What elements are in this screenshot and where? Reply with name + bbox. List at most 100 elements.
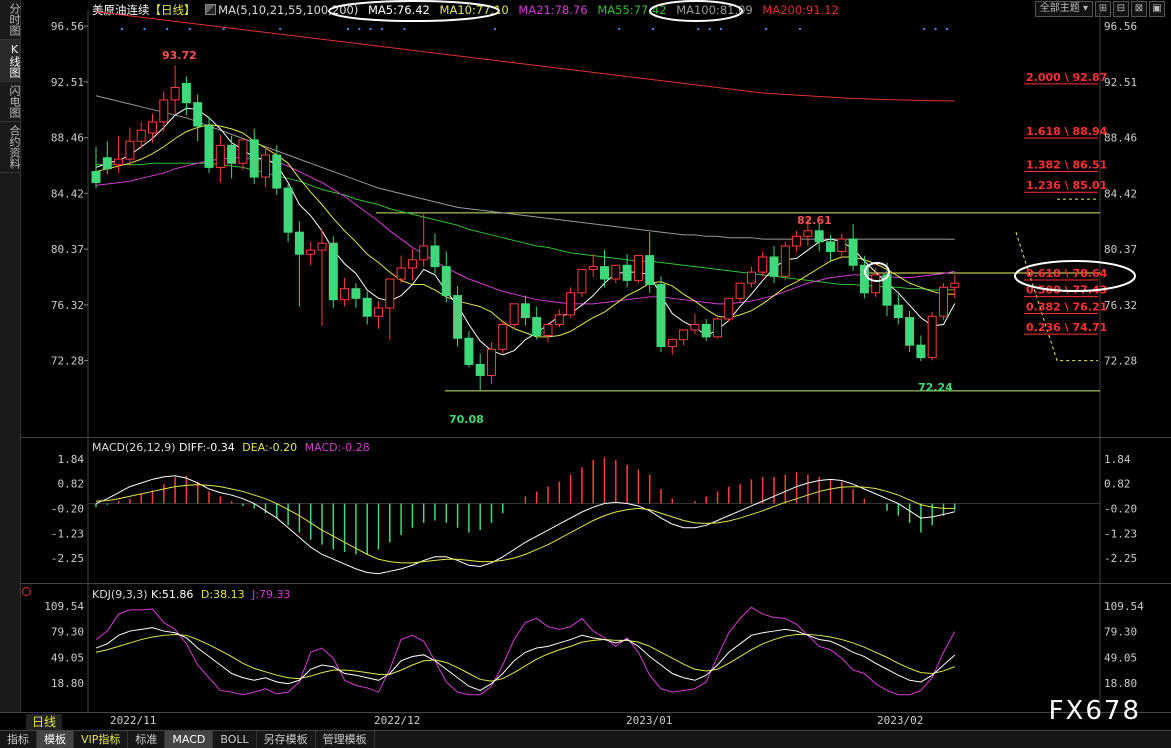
- candle-body: [577, 268, 587, 294]
- candle-body: [746, 271, 756, 284]
- ma200-line: [95, 11, 955, 102]
- candle-body: [148, 121, 157, 134]
- candle-body: [713, 318, 722, 338]
- candle-body: [159, 99, 169, 123]
- tab-vip-indicators[interactable]: VIP指标: [74, 731, 129, 748]
- price-axis-label-left: 88.46: [51, 132, 84, 145]
- signal-dot: [697, 28, 700, 30]
- macd-dea: DEA:-0.20: [242, 441, 298, 454]
- date-label: 2023/02: [877, 714, 924, 727]
- candle-body: [475, 363, 485, 376]
- watermark-logo: FX678: [1048, 696, 1141, 726]
- candle-body: [667, 339, 677, 348]
- candle-body: [328, 242, 338, 301]
- swing-high-label: 82.61: [797, 214, 832, 227]
- price-axis-label-left: 76.32: [51, 299, 84, 312]
- signal-dot: [369, 28, 372, 30]
- price-axis-label-left: 72.28: [51, 355, 84, 368]
- candle-body: [735, 282, 745, 299]
- candle-body: [588, 266, 598, 270]
- candle-body: [645, 255, 655, 286]
- candle-body: [170, 87, 180, 101]
- signal-dot: [799, 28, 801, 30]
- candle-body: [136, 129, 146, 142]
- price-axis-label-right: 96.56: [1104, 20, 1137, 33]
- signal-dot: [279, 28, 282, 30]
- candle-body: [419, 245, 429, 261]
- candle-body: [430, 245, 440, 268]
- candle-body: [362, 297, 372, 317]
- candle-body: [227, 144, 237, 164]
- candle-body: [102, 157, 112, 170]
- candle-body: [114, 158, 124, 166]
- recent-low-label: 72.24: [918, 381, 953, 394]
- kline-chart-area[interactable]: 93.72 70.08 82.61 72.24 2.000 \ 92.87 1.618 \…: [0, 0, 1171, 712]
- tab-boll[interactable]: BOLL: [213, 731, 257, 748]
- fib-level-label: 1.236 \ 85.01: [1026, 179, 1107, 192]
- signal-dot: [652, 28, 655, 30]
- kdj-axis-label-right: 109.54: [1104, 600, 1144, 613]
- candle-body: [679, 329, 689, 341]
- price-axis-label-left: 96.56: [51, 20, 84, 33]
- candle-body: [520, 303, 530, 319]
- candle-body: [814, 230, 824, 243]
- tab-save-template[interactable]: 另存模板: [257, 731, 316, 748]
- tab-standard[interactable]: 标准: [128, 731, 166, 748]
- tab-templates[interactable]: 模板: [37, 731, 74, 748]
- ma21-line: [95, 157, 955, 305]
- fib-level-label: 0.382 \ 76.21: [1026, 300, 1107, 313]
- kdj-label: KDJ(9,3,3): [92, 588, 148, 601]
- signal-dot: [719, 28, 722, 30]
- signal-dot: [493, 28, 496, 30]
- macd-axis-label-right: 0.82: [1104, 478, 1131, 491]
- kdj-axis-label-left: 49.05: [51, 651, 84, 664]
- candle-body: [633, 255, 643, 281]
- signal-dot: [403, 28, 406, 30]
- candle-body: [294, 231, 304, 255]
- price-axis-label-left: 80.37: [51, 243, 84, 256]
- kdj-axis-label-left: 18.80: [51, 677, 84, 690]
- candle-body: [261, 154, 270, 178]
- tab-manage-templates[interactable]: 管理模板: [316, 731, 375, 748]
- candle-body: [215, 144, 225, 168]
- candle-body: [340, 288, 350, 301]
- candle-body: [487, 348, 496, 376]
- macd-diff: DIFF:-0.34: [179, 441, 235, 454]
- tab-macd[interactable]: MACD: [165, 731, 214, 748]
- pane-separator-macd[interactable]: [20, 437, 1171, 438]
- kdj-axis-label-right: 79.30: [1104, 626, 1137, 639]
- signal-dot: [765, 28, 768, 30]
- candle-body: [701, 323, 711, 338]
- candle-body: [893, 304, 903, 319]
- candle-body: [769, 256, 779, 277]
- settings-dot-icon[interactable]: [22, 587, 31, 596]
- date-label: 2022/11: [110, 714, 157, 727]
- fib-level-label: 0.236 \ 74.71: [1026, 321, 1107, 334]
- tab-indicators[interactable]: 指标: [0, 731, 37, 748]
- candle-body: [283, 187, 293, 233]
- macd-value: MACD:-0.28: [304, 441, 370, 454]
- candle-body: [464, 337, 474, 365]
- candle-body: [690, 323, 700, 331]
- signal-dot: [143, 28, 146, 30]
- signal-dot: [121, 28, 123, 30]
- candle-body: [317, 242, 327, 251]
- period-button[interactable]: 日线: [26, 714, 62, 730]
- kdj-axis-label-right: 18.80: [1104, 677, 1137, 690]
- candle-body: [950, 282, 960, 288]
- kdj-axis-label-left: 79.30: [51, 626, 84, 639]
- candle-body: [939, 286, 948, 317]
- macd-axis-label-right: 1.84: [1104, 453, 1131, 466]
- candle-body: [509, 303, 519, 325]
- kdj-d-line: [95, 633, 955, 682]
- kdj-k-line: [95, 627, 956, 692]
- candle-body: [396, 267, 406, 280]
- pane-separator-kdj[interactable]: [20, 583, 1171, 584]
- signal-dot: [945, 28, 948, 30]
- signal-dot: [708, 28, 711, 30]
- price-axis-label-right: 76.32: [1104, 299, 1137, 312]
- date-axis: 日线 2022/11 2022/12 2023/01 2023/02: [0, 712, 1171, 731]
- fib-level-label: 1.618 \ 88.94: [1026, 125, 1108, 138]
- macd-axis-label-left: -2.25: [51, 552, 84, 565]
- candle-body: [871, 274, 881, 294]
